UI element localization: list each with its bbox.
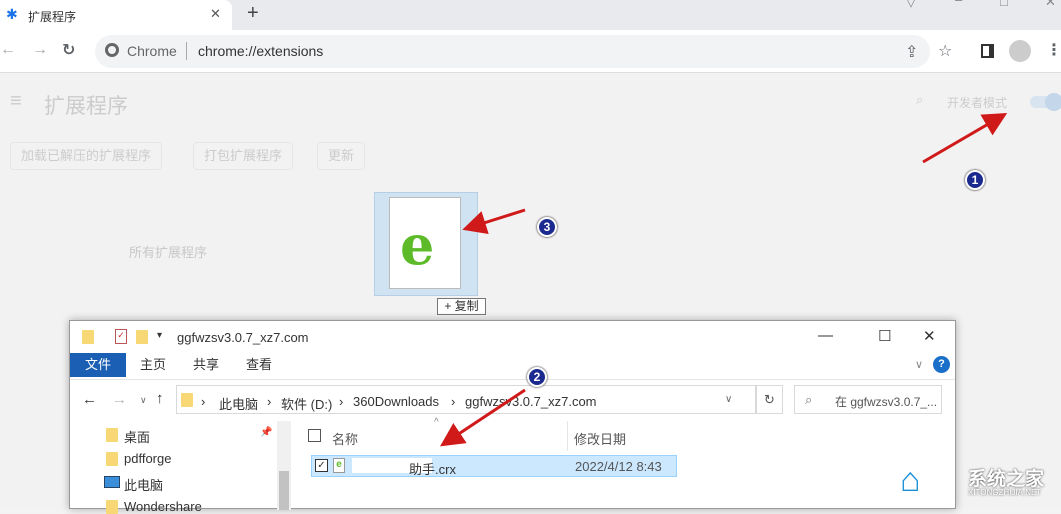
arrow-1 (922, 112, 1008, 164)
annotation-badge-1: 1 (965, 170, 985, 190)
annotation-badge-2: 2 (527, 367, 547, 387)
annotation-arrows (439, 112, 1008, 447)
annotation-badge-3: 3 (537, 217, 557, 237)
arrow-2 (439, 388, 526, 447)
arrow-3 (462, 208, 526, 235)
watermark-logo: ⌂ 系统之家 XITONGZHIJIA.NET (900, 461, 1045, 499)
